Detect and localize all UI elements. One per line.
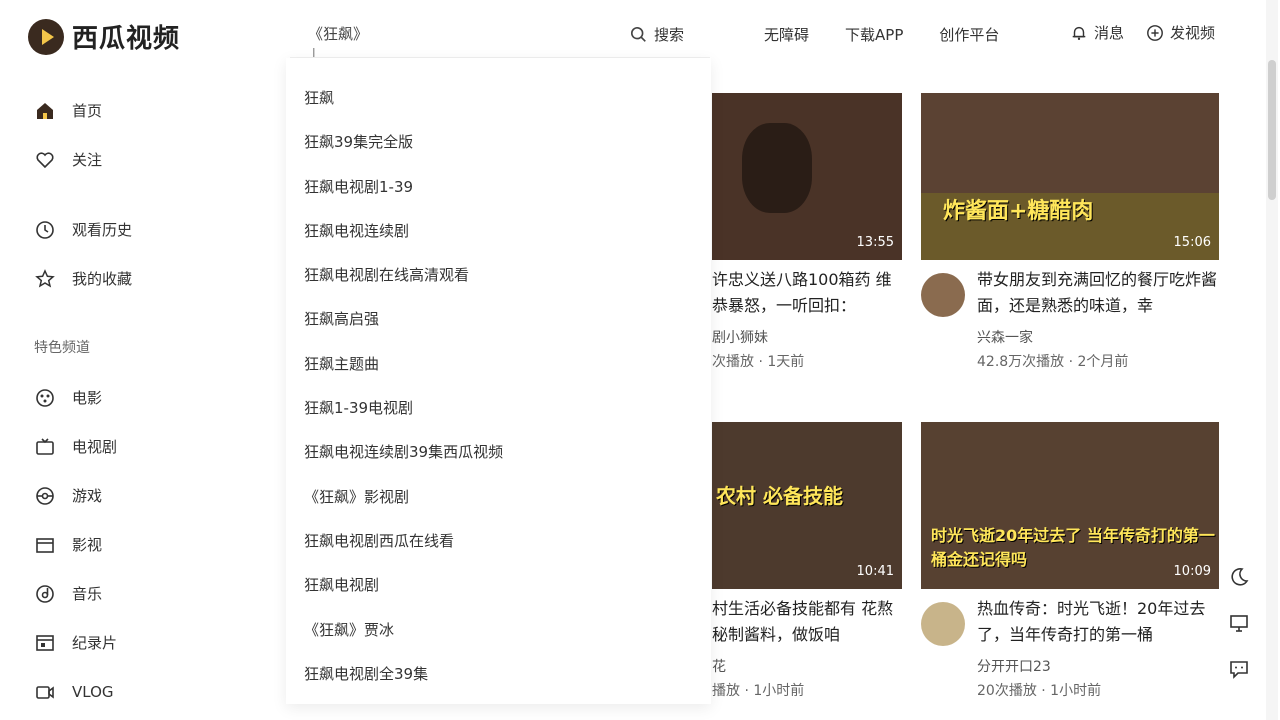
video-title[interactable]: 带女朋友到充满回忆的餐厅吃炸酱面，还是熟悉的味道，幸 [977, 267, 1219, 319]
video-title[interactable]: 许忠义送八路100箱药 维恭暴怒，一听回扣： [712, 267, 902, 319]
documentary-icon [36, 634, 54, 651]
sidebar-item-favorites[interactable]: 我的收藏 [0, 254, 200, 303]
thumbnail-caption: 炸酱面+糖醋肉 [943, 199, 1094, 224]
upload-video-button[interactable]: 发视频 [1146, 22, 1215, 43]
nav-creator-platform[interactable]: 创作平台 [939, 24, 999, 45]
suggestion-item[interactable]: 狂飙电视连续剧39集西瓜视频 [286, 430, 711, 474]
messages-label: 消息 [1094, 24, 1125, 42]
play-logo-icon [28, 18, 64, 55]
messages-button[interactable]: 消息 [1070, 22, 1124, 43]
sidebar-item-film-tv[interactable]: 影视 [0, 520, 200, 569]
suggestion-item[interactable]: 《狂飙》贾冰 [286, 608, 711, 652]
video-thumbnail[interactable]: 炸酱面+糖醋肉 15:06 [921, 93, 1219, 260]
video-meta: 20次播放 · 1小时前 [977, 683, 1102, 699]
sidebar-item-movie[interactable]: 电影 [0, 373, 200, 422]
sidebar-item-vlog[interactable]: VLOG [0, 667, 200, 716]
video-author[interactable]: 花 [712, 656, 726, 676]
plus-circle-icon [1147, 24, 1163, 41]
video-thumbnail[interactable]: 农村 必备技能 10:41 [712, 422, 902, 589]
sidebar-item-label: 游戏 [72, 487, 103, 505]
sidebar-item-label: 电视剧 [72, 438, 118, 456]
video-author[interactable]: 分开开口23 [977, 656, 1051, 676]
video-title[interactable]: 村生活必备技能都有 花熬秘制酱料，做饭咱 [712, 596, 902, 648]
sidebar-item-music[interactable]: 音乐 [0, 569, 200, 618]
sidebar-item-label: VLOG [72, 682, 114, 701]
video-thumbnail[interactable]: 时光飞逝20年过去了 当年传奇打的第一桶金还记得吗 10:09 [921, 422, 1219, 589]
top-nav: 无障碍 下载APP 创作平台 [764, 24, 999, 45]
dark-mode-moon-icon[interactable] [1228, 566, 1250, 588]
suggestion-item[interactable]: 狂飙电视剧西瓜在线看 [286, 519, 711, 563]
clock-icon [36, 220, 54, 239]
sidebar-section-title: 特色频道 [34, 340, 90, 356]
scrollbar-thumb[interactable] [1268, 60, 1276, 200]
sidebar-item-home[interactable]: 首页 [0, 86, 200, 135]
floating-tools [1228, 566, 1250, 680]
suggestion-item[interactable]: 狂飙39集完全版 [286, 120, 711, 164]
film-reel-icon [36, 388, 54, 407]
sidebar-item-history[interactable]: 观看历史 [0, 205, 200, 254]
search-suggestions: 狂飙 狂飙39集完全版 狂飙电视剧1-39 狂飙电视连续剧 狂飙电视剧在线高清观… [286, 58, 711, 704]
camera-icon [36, 685, 54, 699]
suggestion-item[interactable]: 狂飙电视剧在线高清观看 [286, 253, 711, 297]
video-author[interactable]: 兴森一家 [977, 327, 1033, 347]
star-icon [35, 268, 55, 288]
video-meta: 播放 · 1小时前 [712, 683, 805, 699]
home-icon [37, 102, 53, 119]
video-title[interactable]: 热血传奇：时光飞逝！20年过去了，当年传奇打的第一桶 [977, 596, 1219, 648]
search-button-label: 搜索 [654, 26, 685, 44]
tv-icon [36, 437, 54, 455]
nav-accessibility[interactable]: 无障碍 [764, 24, 809, 45]
sidebar-item-documentary[interactable]: 纪录片 [0, 618, 200, 667]
video-meta: 42.8万次播放 · 2个月前 [977, 354, 1129, 370]
search-box: I 搜索 [290, 12, 710, 60]
top-actions: 消息 发视频 [1070, 22, 1215, 43]
video-author[interactable]: 剧小狮妹 [712, 327, 768, 347]
suggestion-item[interactable]: 狂飙主题曲 [286, 342, 711, 386]
suggestion-item[interactable]: 狂飙 [286, 76, 711, 120]
avatar[interactable] [921, 273, 965, 317]
search-button[interactable]: 搜索 [630, 24, 684, 45]
sidebar-item-games[interactable]: 游戏 [0, 471, 200, 520]
sidebar-item-label: 电影 [72, 389, 103, 407]
video-duration: 15:06 [1173, 235, 1211, 250]
suggestion-item[interactable]: 狂飙1-39电视剧 [286, 386, 711, 430]
sidebar-item-follow[interactable]: 关注 [0, 135, 200, 184]
sidebar-item-label: 观看历史 [72, 221, 133, 239]
sidebar-item-tv-series[interactable]: 电视剧 [0, 422, 200, 471]
video-meta: 次播放 · 1天前 [712, 354, 805, 370]
logo-text: 西瓜视频 [72, 24, 181, 54]
heart-icon [36, 151, 54, 168]
monitor-icon[interactable] [1228, 612, 1250, 634]
clapper-icon [36, 537, 54, 553]
feedback-chat-icon[interactable] [1228, 658, 1250, 680]
video-duration: 10:09 [1173, 564, 1211, 579]
sidebar-item-label: 音乐 [72, 585, 103, 603]
suggestion-item[interactable]: 狂飙电视剧1-39 [286, 165, 711, 209]
suggestion-item[interactable]: 狂飙电视剧 [286, 563, 711, 607]
sidebar-item-label: 纪录片 [72, 634, 118, 652]
thumbnail-caption: 农村 必备技能 [716, 484, 843, 508]
search-icon [630, 26, 646, 42]
suggestion-item[interactable]: 狂飙高启强 [286, 297, 711, 341]
suggestion-item[interactable]: 《狂飙》影视剧 [286, 475, 711, 519]
upload-label: 发视频 [1170, 24, 1216, 42]
bell-icon [1072, 26, 1086, 40]
nav-download-app[interactable]: 下载APP [845, 24, 903, 45]
sidebar-item-label: 首页 [72, 102, 103, 120]
suggestion-item[interactable]: 狂飙电视剧全39集 [286, 652, 711, 696]
logo[interactable]: 西瓜视频 [28, 18, 180, 55]
sidebar: 首页 关注 观看历史 我的收藏 特色频道 电影 电视剧 游戏 影视 音乐 纪录片… [0, 86, 200, 716]
avatar[interactable] [921, 602, 965, 646]
sidebar-item-label: 我的收藏 [72, 270, 133, 288]
scrollbar[interactable] [1266, 0, 1278, 720]
search-input[interactable] [308, 24, 608, 42]
music-disc-icon [36, 584, 54, 603]
sidebar-item-label: 影视 [72, 536, 103, 554]
suggestion-item[interactable]: 狂飙电视连续剧 [286, 209, 711, 253]
sidebar-item-label: 关注 [72, 151, 103, 169]
video-duration: 10:41 [856, 564, 894, 579]
video-duration: 13:55 [856, 235, 894, 250]
gamepad-icon [36, 486, 54, 505]
video-thumbnail[interactable]: 13:55 [712, 93, 902, 260]
